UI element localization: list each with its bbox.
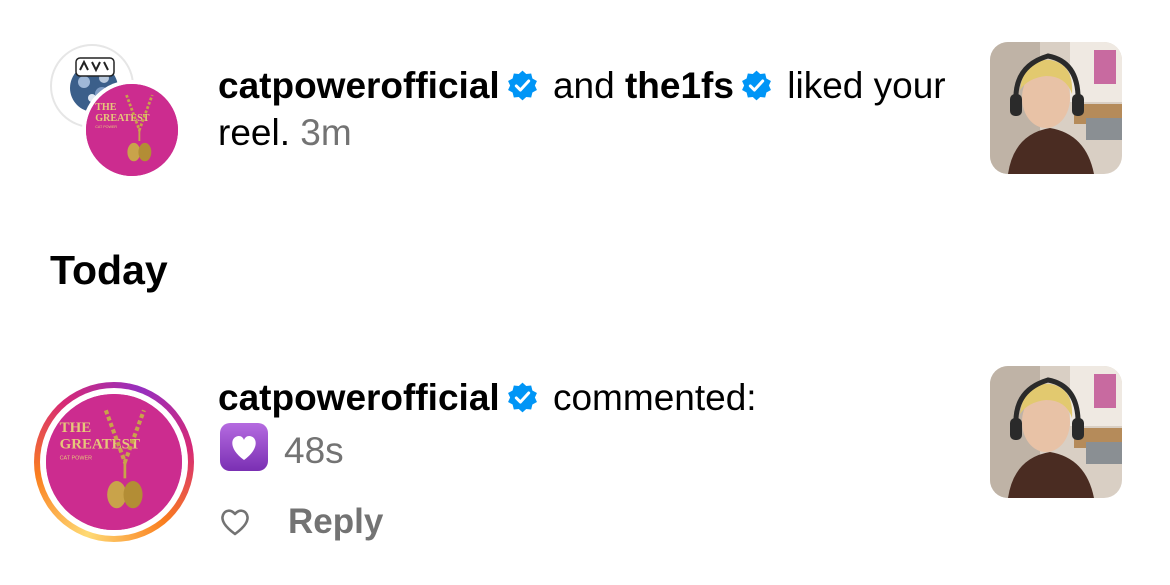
action-text: commented: (552, 377, 757, 418)
verified-badge-icon (507, 70, 537, 101)
reel-preview-image (990, 42, 1122, 174)
album-cover-icon: THE GREATEST CAT POWER (86, 84, 178, 176)
svg-text:CAT POWER: CAT POWER (60, 455, 92, 461)
timestamp: 3m (300, 112, 352, 153)
purple-heart-icon (220, 423, 268, 471)
timestamp: 48s (284, 430, 344, 471)
reel-thumbnail[interactable] (990, 366, 1122, 498)
verified-badge-icon (742, 70, 771, 101)
avatar-story-ring[interactable]: THE GREATEST CAT POWER (34, 382, 194, 542)
svg-text:THE: THE (60, 420, 92, 436)
reply-button[interactable]: Reply (288, 502, 383, 542)
svg-text:GREATEST: GREATEST (60, 436, 140, 452)
stacked-avatars[interactable]: THE GREATEST CAT POWER (50, 44, 185, 180)
comment-actions: Reply (218, 500, 383, 544)
avatar-catpowerofficial[interactable]: THE GREATEST CAT POWER (82, 80, 182, 180)
svg-text:CAT POWER: CAT POWER (95, 125, 117, 129)
verified-badge-icon (507, 382, 537, 413)
username[interactable]: catpowerofficial (218, 65, 500, 106)
joiner-text: and (552, 65, 615, 106)
notification-text[interactable]: catpowerofficial and the1fs liked your r… (218, 62, 958, 156)
notification-like[interactable]: THE GREATEST CAT POWER catpowerofficial … (0, 42, 1170, 182)
username[interactable]: the1fs (625, 65, 734, 106)
notification-text[interactable]: catpowerofficial commented: 48s (218, 374, 958, 474)
section-heading-today: Today (50, 247, 168, 293)
reel-thumbnail[interactable] (990, 42, 1122, 174)
notification-comment[interactable]: THE GREATEST CAT POWER catpowerofficial … (0, 360, 1170, 560)
svg-text:THE: THE (95, 102, 117, 113)
reel-preview-image (990, 366, 1122, 498)
svg-text:GREATEST: GREATEST (95, 113, 150, 124)
heart-outline-icon[interactable] (218, 505, 252, 539)
username[interactable]: catpowerofficial (218, 377, 500, 418)
avatar-catpowerofficial[interactable]: THE GREATEST CAT POWER (46, 394, 182, 530)
album-cover-icon: THE GREATEST CAT POWER (46, 394, 182, 530)
